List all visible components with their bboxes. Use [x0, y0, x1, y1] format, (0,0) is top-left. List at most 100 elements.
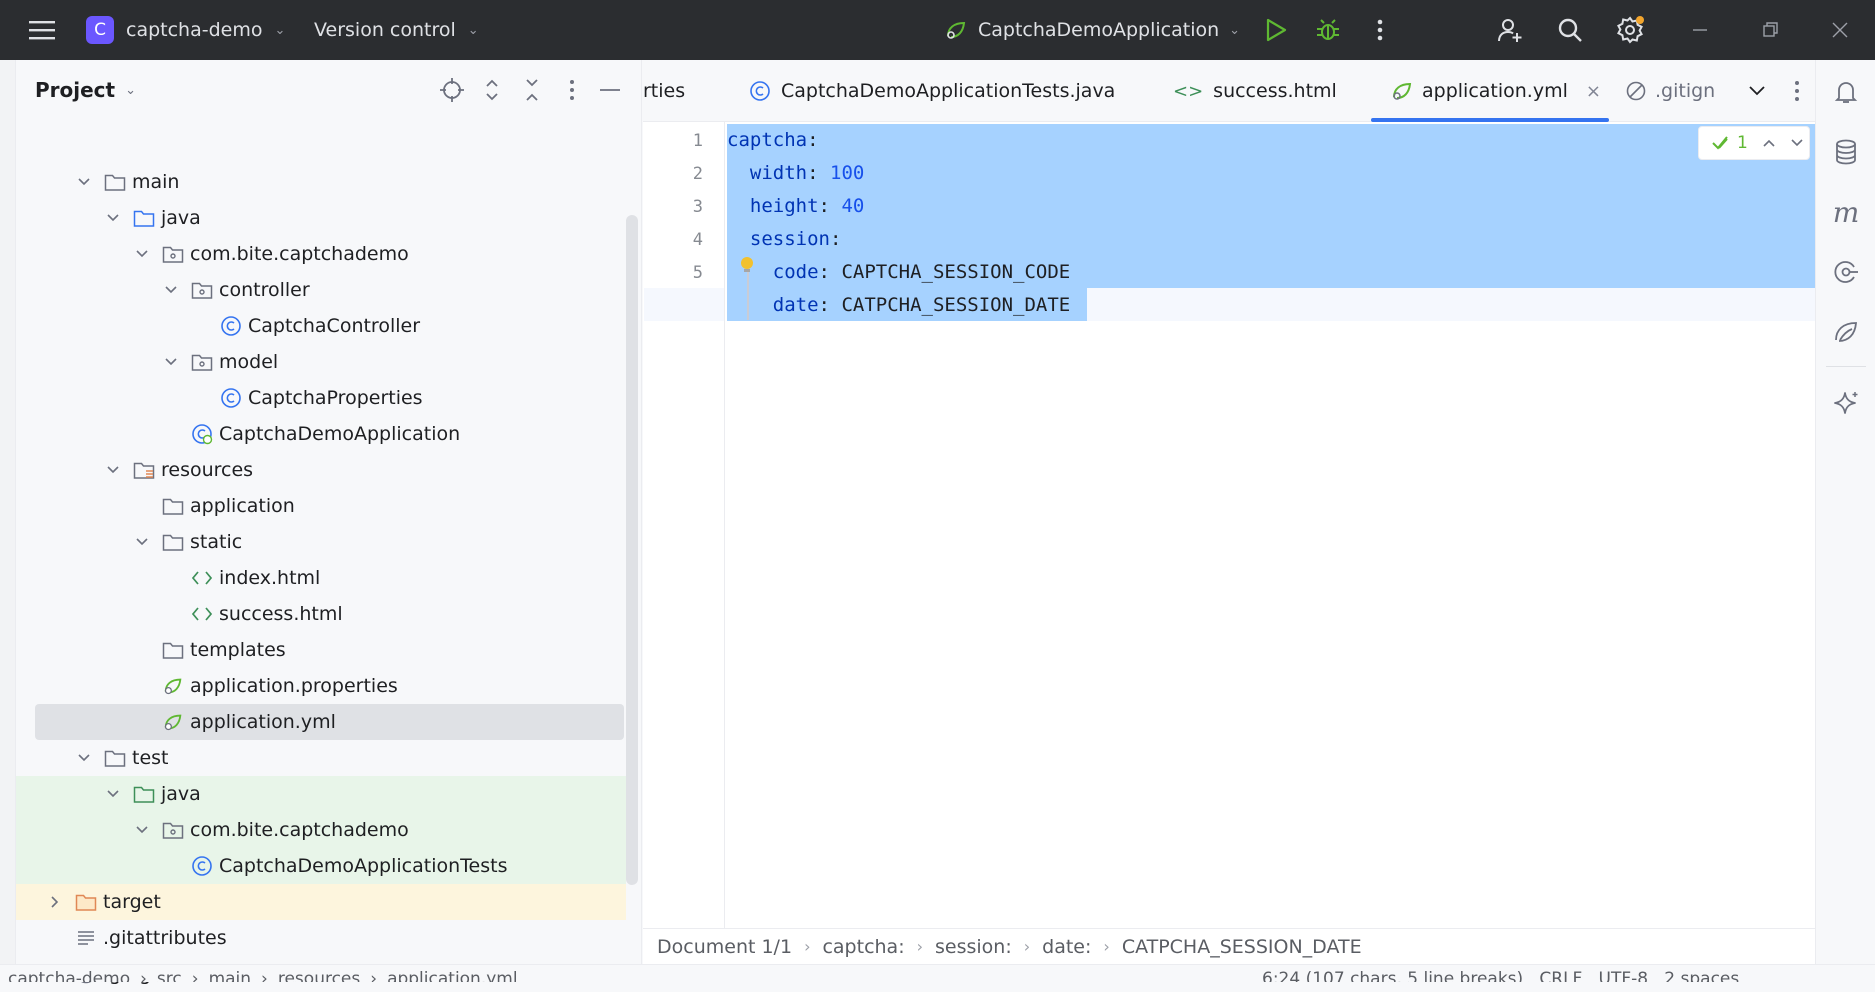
main-menu-icon[interactable] [24, 12, 60, 48]
ai-assistant-icon[interactable] [1828, 386, 1864, 422]
hide-panel-icon[interactable] [596, 76, 624, 104]
code-line[interactable]: width: 100 [727, 157, 864, 190]
tree-scrollbar[interactable] [626, 215, 638, 885]
tree-item[interactable]: main [16, 164, 626, 200]
collapse-all-icon[interactable] [518, 76, 546, 104]
breadcrumb-item[interactable]: CATPCHA_SESSION_DATE [1122, 936, 1362, 958]
status-path-item[interactable]: captcha-demo [8, 969, 130, 982]
chevron-down-icon[interactable] [105, 210, 121, 226]
close-window-icon[interactable] [1822, 12, 1858, 48]
previous-highlight-icon[interactable] [1762, 133, 1776, 153]
folder-icon [162, 495, 184, 517]
endpoints-icon[interactable] [1828, 254, 1864, 290]
chevron-down-icon[interactable] [163, 282, 179, 298]
chevron-down-icon: ⌄ [467, 22, 479, 38]
tree-item[interactable]: java [16, 200, 626, 236]
project-switcher[interactable]: C captcha-demo ⌄ [86, 0, 285, 60]
tree-item[interactable]: application.yml [35, 704, 624, 740]
vcs-menu[interactable]: Version control ⌄ [314, 0, 479, 60]
tree-item[interactable]: CaptchaController [16, 308, 626, 344]
package-icon [191, 279, 213, 301]
close-tab-icon[interactable]: × [1586, 81, 1601, 102]
tree-item[interactable]: CaptchaDemoApplicationTests [16, 848, 626, 884]
restore-window-icon[interactable] [1752, 12, 1788, 48]
tree-item[interactable]: success.html [16, 596, 626, 632]
tab-list-chevron-icon[interactable] [1743, 77, 1771, 105]
debug-icon[interactable] [1310, 12, 1346, 48]
notifications-bell-icon[interactable] [1828, 74, 1864, 110]
chevron-down-icon[interactable] [76, 174, 92, 190]
more-actions-icon[interactable] [1362, 12, 1398, 48]
status-right-info[interactable]: 6:24 (107 chars, 5 line breaks) CRLF UTF… [1262, 969, 1739, 982]
tab-success-html[interactable]: <> success.html [1173, 60, 1337, 122]
breadcrumb-item[interactable]: date: [1042, 936, 1091, 958]
status-path-item[interactable]: resources [278, 969, 360, 982]
locate-file-icon[interactable] [438, 76, 466, 104]
chevron-down-icon[interactable] [134, 246, 150, 262]
tree-item[interactable]: target [16, 884, 626, 920]
class-icon [191, 855, 213, 877]
chevron-down-icon[interactable] [163, 354, 179, 370]
status-path-item[interactable]: application.yml [387, 969, 518, 982]
tree-item[interactable]: com.bite.captchademo [16, 812, 626, 848]
html-icon [191, 567, 213, 589]
chevron-down-icon[interactable] [105, 462, 121, 478]
project-panel-title[interactable]: Project ⌄ [35, 60, 136, 120]
tree-item[interactable]: java [16, 776, 626, 812]
search-icon[interactable] [1552, 12, 1588, 48]
tab-options-icon[interactable] [1783, 77, 1811, 105]
tree-item[interactable]: test [16, 740, 626, 776]
tree-item[interactable]: static [16, 524, 626, 560]
tree-item[interactable]: com.bite.captchademo [16, 236, 626, 272]
tab-application-yml[interactable]: application.yml × [1390, 60, 1601, 122]
add-user-icon[interactable] [1492, 12, 1528, 48]
tab-properties[interactable]: rties [643, 60, 685, 122]
tree-item[interactable]: .gitattributes [16, 920, 626, 956]
code-line[interactable]: session: [727, 223, 842, 256]
chevron-down-icon[interactable] [105, 786, 121, 802]
tree-item[interactable]: application [16, 488, 626, 524]
status-path[interactable]: captcha-demo › src › main › resources › applicat… [8, 969, 518, 982]
status-path-item[interactable]: main [209, 969, 251, 982]
line-number-gutter: 123456 [643, 122, 725, 928]
tree-item[interactable]: controller [16, 272, 626, 308]
chevron-right-icon: › [1103, 937, 1110, 956]
tree-item-label: target [103, 891, 161, 913]
tree-item[interactable]: model [16, 344, 626, 380]
package-icon [162, 243, 184, 265]
tree-item[interactable]: index.html [16, 560, 626, 596]
code-line[interactable]: date: CATPCHA_SESSION_DATE [727, 289, 1070, 322]
database-icon[interactable] [1828, 134, 1864, 170]
tab-gitignore[interactable]: .gitign [1625, 60, 1715, 122]
tree-item[interactable]: CaptchaDemoApplication [16, 416, 626, 452]
spring-tool-icon[interactable] [1828, 314, 1864, 350]
code-line[interactable]: code: CAPTCHA_SESSION_CODE [727, 256, 1070, 289]
panel-options-icon[interactable] [558, 76, 586, 104]
settings-gear-icon[interactable] [1612, 12, 1648, 48]
tree-item[interactable]: application.properties [16, 668, 626, 704]
chevron-down-icon[interactable] [76, 750, 92, 766]
breadcrumb-item[interactable]: Document 1/1 [657, 936, 792, 958]
inspection-widget[interactable]: 1 [1698, 126, 1810, 160]
tab-label: rties [643, 80, 686, 102]
minimize-window-icon[interactable] [1682, 12, 1718, 48]
tab-captcha-demo-application-tests[interactable]: CaptchaDemoApplicationTests.java [749, 60, 1115, 122]
next-highlight-icon[interactable] [1790, 133, 1804, 153]
breadcrumb-item[interactable]: captcha: [822, 936, 904, 958]
chevron-right-icon[interactable] [47, 894, 63, 910]
chevron-down-icon[interactable] [134, 534, 150, 550]
tree-item[interactable]: resources [16, 452, 626, 488]
expand-all-icon[interactable] [478, 76, 506, 104]
tree-item[interactable]: templates [16, 632, 626, 668]
run-config-selector[interactable]: CaptchaDemoApplication ⌄ [944, 0, 1240, 60]
check-icon [1712, 136, 1728, 150]
code-line[interactable]: height: 40 [727, 190, 864, 223]
maven-icon[interactable]: m [1828, 194, 1864, 230]
run-icon[interactable] [1258, 12, 1294, 48]
status-path-item[interactable]: src [157, 969, 182, 982]
tree-item[interactable]: CaptchaProperties [16, 380, 626, 416]
code-line[interactable]: captcha: [727, 124, 819, 157]
breadcrumb-item[interactable]: session: [935, 936, 1012, 958]
chevron-down-icon[interactable] [134, 822, 150, 838]
